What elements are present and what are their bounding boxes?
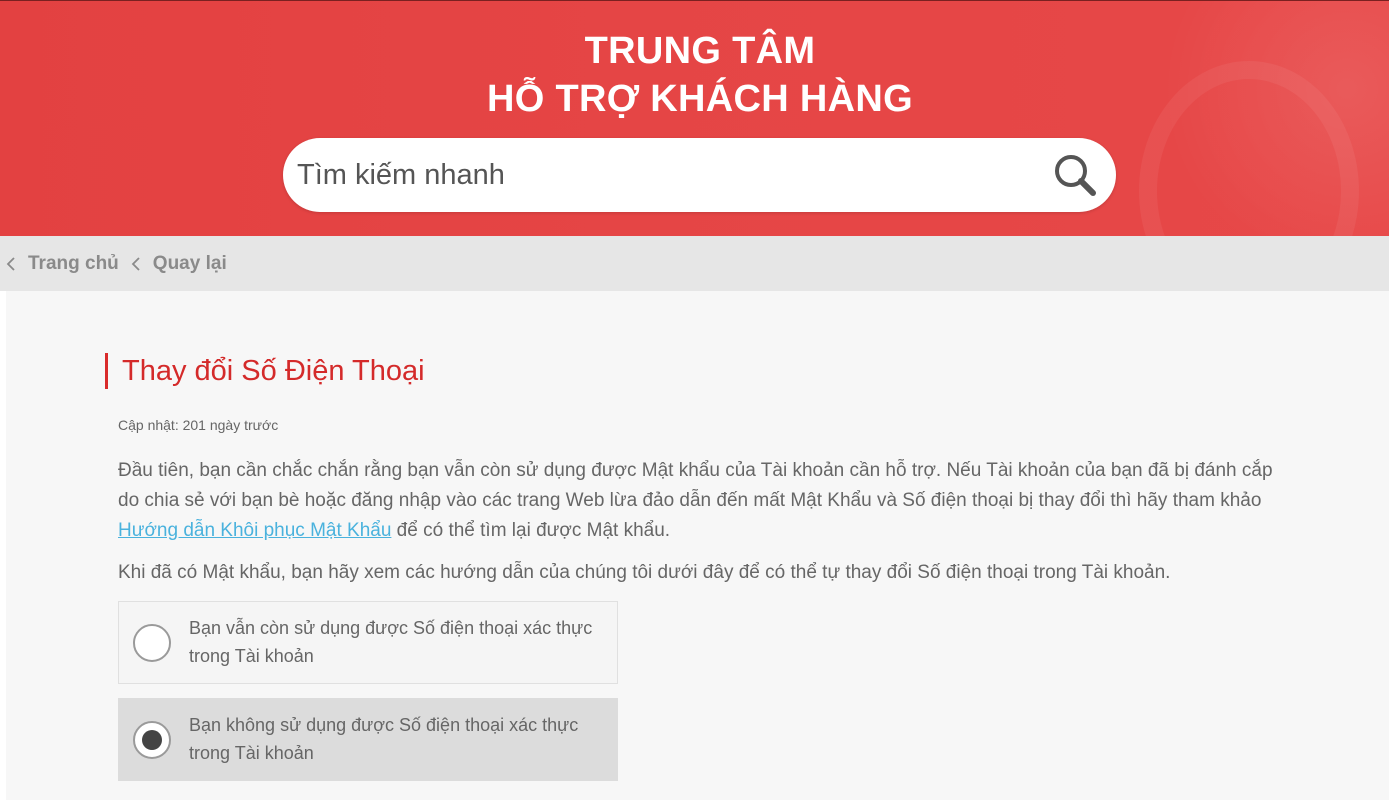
breadcrumb: Trang chủ Quay lại: [0, 236, 1389, 291]
instruction-paragraph: Khi đã có Mật khẩu, bạn hãy xem các hướn…: [118, 562, 1171, 583]
radio-selected[interactable]: [133, 721, 171, 759]
chevron-left-icon: [131, 256, 140, 271]
option-still-using-phone[interactable]: Bạn vẫn còn sử dụng được Số điện thoại x…: [118, 601, 618, 684]
radio-dot: [142, 730, 162, 750]
page-title: TRUNG TÂM HỖ TRỢ KHÁCH HÀNG: [0, 27, 1389, 123]
breadcrumb-back[interactable]: Quay lại: [131, 253, 227, 275]
search-bar: [283, 138, 1116, 212]
article-content: Thay đổi Số Điện Thoại Cập nhật: 201 ngà…: [6, 291, 1389, 800]
breadcrumb-home-label: Trang chủ: [28, 252, 119, 274]
header-banner: TRUNG TÂM HỖ TRỢ KHÁCH HÀNG: [0, 0, 1389, 236]
search-input[interactable]: [295, 148, 1035, 202]
intro-paragraph: Đầu tiên, bạn cần chắc chắn rằng bạn vẫn…: [118, 456, 1288, 546]
title-line-1: TRUNG TÂM: [584, 30, 816, 72]
intro-text-before-link: Đầu tiên, bạn cần chắc chắn rằng bạn vẫn…: [118, 460, 1273, 511]
option-label: Bạn không sử dụng được Số điện thoại xác…: [189, 715, 579, 763]
search-icon[interactable]: [1052, 152, 1098, 198]
recover-password-link[interactable]: Hướng dẫn Khôi phục Mật Khẩu: [118, 520, 391, 541]
chevron-left-icon: [6, 256, 15, 271]
breadcrumb-back-label: Quay lại: [152, 252, 227, 274]
option-not-using-phone[interactable]: Bạn không sử dụng được Số điện thoại xác…: [118, 698, 618, 781]
updated-timestamp: Cập nhật: 201 ngày trước: [118, 417, 279, 433]
option-label: Bạn vẫn còn sử dụng được Số điện thoại x…: [189, 618, 593, 666]
title-line-2: HỖ TRỢ KHÁCH HÀNG: [487, 78, 913, 120]
radio-unselected[interactable]: [133, 624, 171, 662]
breadcrumb-home[interactable]: Trang chủ: [6, 253, 119, 275]
article-title: Thay đổi Số Điện Thoại: [105, 353, 425, 389]
intro-text-after-link: để có thể tìm lại được Mật khẩu.: [391, 520, 671, 541]
